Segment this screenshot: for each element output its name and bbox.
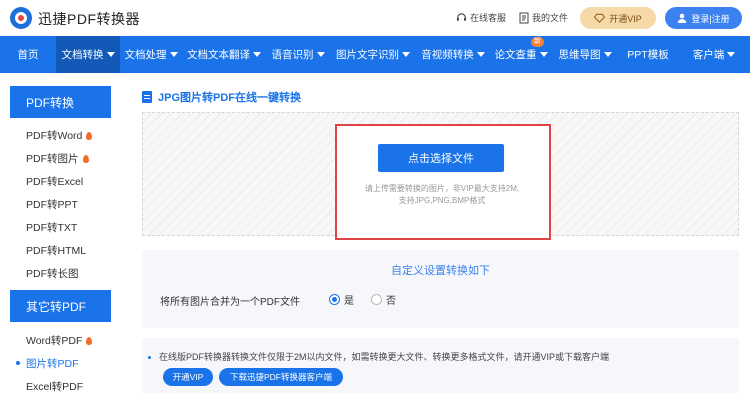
nav-item-plagiarism[interactable]: 论文查重 新 xyxy=(490,36,552,73)
selected-dot-icon xyxy=(16,361,20,365)
file-icon xyxy=(519,12,529,23)
nav-item-home[interactable]: 首页 xyxy=(0,36,56,73)
merge-radio-no[interactable]: 否 xyxy=(371,292,396,307)
my-files-link[interactable]: 我的文件 xyxy=(519,11,568,24)
sidebar-item-label: PDF转Excel xyxy=(26,176,84,188)
choose-file-button[interactable]: 点击选择文件 xyxy=(378,144,504,172)
sidebar-item-label: 图片转PDF xyxy=(26,358,79,370)
document-icon xyxy=(142,91,152,103)
top-header: 迅捷PDF转换器 在线客服 我的文件 开通VIP 登录|注册 xyxy=(0,0,750,36)
nav-item-speech[interactable]: 语音识别 xyxy=(266,36,330,73)
nav-item-ocr[interactable]: 图片文字识别 xyxy=(330,36,416,73)
nav-item-client[interactable]: 客户端 xyxy=(678,36,750,73)
upload-highlight-box xyxy=(335,124,551,240)
page-title: JPG图片转PDF在线一键转换 xyxy=(142,89,301,105)
sidebar-item-word-to-pdf[interactable]: Word转PDF xyxy=(26,333,93,348)
sidebar-item-image-to-pdf[interactable]: 图片转PDF xyxy=(16,356,79,371)
nav-label: 语音识别 xyxy=(271,49,314,61)
sidebar-item-pdf-to-image[interactable]: PDF转图片 xyxy=(26,151,89,166)
sidebar-item-label: PDF转图片 xyxy=(26,153,79,165)
nav-label: 文档转换 xyxy=(61,49,104,61)
page-title-text: JPG图片转PDF在线一键转换 xyxy=(158,92,302,104)
app-logo-icon[interactable] xyxy=(10,7,32,29)
open-vip-button[interactable]: 开通VIP xyxy=(580,7,656,29)
nav-label: 客户端 xyxy=(692,49,725,61)
chevron-down-icon xyxy=(402,52,410,57)
bullet-icon xyxy=(148,356,151,360)
sidebar-item-pdf-to-ppt[interactable]: PDF转PPT xyxy=(26,197,78,212)
sidebar-group-other-to-pdf: 其它转PDF xyxy=(10,290,111,322)
diamond-icon xyxy=(594,13,606,23)
nav-label: 图片文字识别 xyxy=(336,49,399,61)
new-badge: 新 xyxy=(531,37,544,47)
hot-flame-icon xyxy=(86,131,93,140)
upload-hint-line1: 请上传需要转换的图片，非VIP最大支持2M, xyxy=(364,184,520,193)
customer-service-label: 在线客服 xyxy=(470,13,507,23)
open-vip-label: 开通VIP xyxy=(609,13,642,24)
customer-service-link[interactable]: 在线客服 xyxy=(456,11,506,24)
sidebar-item-pdf-to-word[interactable]: PDF转Word xyxy=(26,128,93,143)
chevron-down-icon xyxy=(106,52,115,57)
brand-name[interactable]: 迅捷PDF转换器 xyxy=(38,9,140,29)
notice-text: 在线版PDF转换器转换文件仅限于2M以内文件，如需转换更大文件、转换更多格式文件… xyxy=(148,350,609,363)
chevron-down-icon xyxy=(727,52,736,57)
sidebar-item-label: Excel转PDF xyxy=(26,381,84,393)
radio-checked-icon xyxy=(329,294,340,305)
chevron-down-icon xyxy=(253,52,261,57)
sidebar-group-pdf-convert: PDF转换 xyxy=(10,86,111,118)
sidebar-item-label: PDF转PPT xyxy=(26,199,78,211)
nav-item-ppt-template[interactable]: PPT模板 xyxy=(618,36,678,73)
sidebar-item-pdf-to-txt[interactable]: PDF转TXT xyxy=(26,220,77,235)
user-icon xyxy=(678,13,687,23)
nav-label: 文档处理 xyxy=(124,49,167,61)
download-client-button[interactable]: 下载迅捷PDF转换器客户端 xyxy=(219,368,343,386)
sidebar-item-label: PDF转长图 xyxy=(26,268,79,280)
nav-item-mindmap[interactable]: 思维导图 xyxy=(552,36,618,73)
hot-flame-icon xyxy=(82,154,89,163)
nav-label: 首页 xyxy=(17,49,39,61)
chevron-down-icon xyxy=(476,52,485,57)
radio-yes-label: 是 xyxy=(344,296,354,307)
nav-label: PPT模板 xyxy=(627,49,669,61)
radio-no-label: 否 xyxy=(386,296,396,307)
nav-item-doc-convert[interactable]: 文档转换 xyxy=(56,36,120,73)
notice-vip-button[interactable]: 开通VIP xyxy=(163,368,213,386)
notice-text-content: 在线版PDF转换器转换文件仅限于2M以内文件，如需转换更大文件、转换更多格式文件… xyxy=(159,352,610,362)
chevron-down-icon xyxy=(603,52,612,57)
merge-radio-yes[interactable]: 是 xyxy=(329,292,354,307)
chevron-down-icon xyxy=(169,52,178,57)
sidebar-item-label: PDF转Word xyxy=(26,130,83,142)
upload-hint-line2: 支持JPG,PNG,BMP格式 xyxy=(398,196,486,205)
nav-label: 音视频转换 xyxy=(421,49,474,61)
sidebar xyxy=(0,73,115,400)
nav-label: 思维导图 xyxy=(558,49,601,61)
chevron-down-icon xyxy=(539,52,548,57)
custom-settings-title: 自定义设置转换如下 xyxy=(391,265,490,277)
nav-item-doc-process[interactable]: 文档处理 xyxy=(120,36,182,73)
my-files-label: 我的文件 xyxy=(532,13,569,23)
main-nav: 首页 文档转换 文档处理 文档文本翻译 语音识别 图片文字识别 音视频转换 论文… xyxy=(0,36,750,73)
nav-label: 论文查重 xyxy=(494,49,537,61)
sidebar-item-label: PDF转TXT xyxy=(26,222,78,234)
nav-item-translate[interactable]: 文档文本翻译 xyxy=(182,36,266,73)
hot-flame-icon xyxy=(86,336,93,345)
merge-option-label: 将所有图片合并为一个PDF文件 xyxy=(160,297,300,308)
radio-unchecked-icon xyxy=(371,294,382,305)
login-register-label: 登录|注册 xyxy=(691,13,730,24)
nav-item-av-convert[interactable]: 音视频转换 xyxy=(416,36,490,73)
sidebar-item-excel-to-pdf[interactable]: Excel转PDF xyxy=(26,379,83,394)
login-register-button[interactable]: 登录|注册 xyxy=(665,7,742,29)
sidebar-item-label: PDF转HTML xyxy=(26,245,87,257)
sidebar-item-pdf-to-long-image[interactable]: PDF转长图 xyxy=(26,266,79,281)
headset-icon xyxy=(456,13,467,21)
sidebar-item-pdf-to-html[interactable]: PDF转HTML xyxy=(26,243,86,258)
sidebar-item-pdf-to-excel[interactable]: PDF转Excel xyxy=(26,174,83,189)
nav-label: 文档文本翻译 xyxy=(187,49,250,61)
chevron-down-icon xyxy=(316,52,325,57)
sidebar-item-label: Word转PDF xyxy=(26,335,83,347)
